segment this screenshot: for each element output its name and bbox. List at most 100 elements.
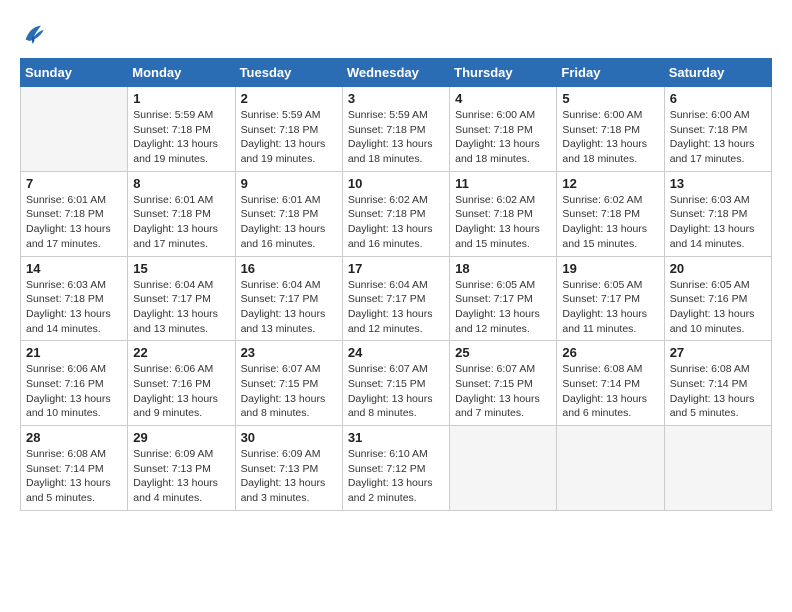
day-number: 7 <box>26 176 122 191</box>
day-number: 14 <box>26 261 122 276</box>
calendar-day-cell: 22 Sunrise: 6:06 AMSunset: 7:16 PMDayligh… <box>128 341 235 426</box>
day-number: 28 <box>26 430 122 445</box>
day-number: 8 <box>133 176 229 191</box>
day-number: 17 <box>348 261 444 276</box>
calendar-day-cell: 1Sunrise: 5:59 AMSunset: 7:18 PMDaylight… <box>128 87 235 172</box>
logo <box>20 20 52 48</box>
calendar-day-cell: 23 Sunrise: 6:07 AMSunset: 7:15 PMDayligh… <box>235 341 342 426</box>
day-number: 4 <box>455 91 551 106</box>
day-number: 10 <box>348 176 444 191</box>
calendar-day-cell <box>664 426 771 511</box>
day-number: 20 <box>670 261 766 276</box>
calendar-day-cell: 10 Sunrise: 6:02 AMSunset: 7:18 PMDayligh… <box>342 171 449 256</box>
calendar-day-cell: 8 Sunrise: 6:01 AMSunset: 7:18 PMDaylight… <box>128 171 235 256</box>
day-info: Sunrise: 6:00 AMSunset: 7:18 PMDaylight:… <box>455 108 551 167</box>
page-header <box>20 20 772 48</box>
day-info: Sunrise: 6:02 AMSunset: 7:18 PMDaylight:… <box>348 193 444 252</box>
calendar-day-cell: 2 Sunrise: 5:59 AMSunset: 7:18 PMDaylight… <box>235 87 342 172</box>
calendar-day-cell: 28 Sunrise: 6:08 AMSunset: 7:14 PMDayligh… <box>21 426 128 511</box>
calendar-day-cell: 18 Sunrise: 6:05 AMSunset: 7:17 PMDayligh… <box>450 256 557 341</box>
day-info: Sunrise: 6:10 AMSunset: 7:12 PMDaylight:… <box>348 447 444 506</box>
day-number: 9 <box>241 176 337 191</box>
day-number: 24 <box>348 345 444 360</box>
day-info: Sunrise: 6:07 AMSunset: 7:15 PMDaylight:… <box>348 362 444 421</box>
calendar-day-cell: 6Sunrise: 6:00 AMSunset: 7:18 PMDaylight… <box>664 87 771 172</box>
calendar-week-row: 28 Sunrise: 6:08 AMSunset: 7:14 PMDayligh… <box>21 426 772 511</box>
day-info: Sunrise: 6:04 AMSunset: 7:17 PMDaylight:… <box>133 278 229 337</box>
day-info: Sunrise: 6:01 AMSunset: 7:18 PMDaylight:… <box>26 193 122 252</box>
calendar-day-cell: 13 Sunrise: 6:03 AMSunset: 7:18 PMDayligh… <box>664 171 771 256</box>
day-info: Sunrise: 6:05 AMSunset: 7:17 PMDaylight:… <box>455 278 551 337</box>
day-info: Sunrise: 5:59 AMSunset: 7:18 PMDaylight:… <box>133 108 229 167</box>
day-info: Sunrise: 6:04 AMSunset: 7:17 PMDaylight:… <box>241 278 337 337</box>
day-info: Sunrise: 6:08 AMSunset: 7:14 PMDaylight:… <box>562 362 658 421</box>
day-number: 19 <box>562 261 658 276</box>
logo-bird-icon <box>20 20 48 48</box>
calendar-day-cell <box>557 426 664 511</box>
calendar-day-cell: 26 Sunrise: 6:08 AMSunset: 7:14 PMDayligh… <box>557 341 664 426</box>
day-number: 2 <box>241 91 337 106</box>
day-number: 15 <box>133 261 229 276</box>
weekday-header: Thursday <box>450 59 557 87</box>
day-info: Sunrise: 6:01 AMSunset: 7:18 PMDaylight:… <box>241 193 337 252</box>
weekday-header: Saturday <box>664 59 771 87</box>
day-info: Sunrise: 6:07 AMSunset: 7:15 PMDaylight:… <box>241 362 337 421</box>
calendar-day-cell <box>21 87 128 172</box>
weekday-header: Friday <box>557 59 664 87</box>
calendar-week-row: 14Sunrise: 6:03 AMSunset: 7:18 PMDayligh… <box>21 256 772 341</box>
day-number: 25 <box>455 345 551 360</box>
day-info: Sunrise: 6:08 AMSunset: 7:14 PMDaylight:… <box>670 362 766 421</box>
weekday-header: Sunday <box>21 59 128 87</box>
calendar-day-cell: 9 Sunrise: 6:01 AMSunset: 7:18 PMDaylight… <box>235 171 342 256</box>
weekday-header: Tuesday <box>235 59 342 87</box>
calendar-day-cell: 27Sunrise: 6:08 AMSunset: 7:14 PMDayligh… <box>664 341 771 426</box>
day-number: 5 <box>562 91 658 106</box>
calendar-table: SundayMondayTuesdayWednesdayThursdayFrid… <box>20 58 772 511</box>
day-number: 3 <box>348 91 444 106</box>
calendar-day-cell: 31 Sunrise: 6:10 AMSunset: 7:12 PMDayligh… <box>342 426 449 511</box>
calendar-day-cell: 3 Sunrise: 5:59 AMSunset: 7:18 PMDaylight… <box>342 87 449 172</box>
day-number: 29 <box>133 430 229 445</box>
calendar-day-cell: 19 Sunrise: 6:05 AMSunset: 7:17 PMDayligh… <box>557 256 664 341</box>
day-info: Sunrise: 6:02 AMSunset: 7:18 PMDaylight:… <box>562 193 658 252</box>
day-info: Sunrise: 6:07 AMSunset: 7:15 PMDaylight:… <box>455 362 551 421</box>
day-info: Sunrise: 6:08 AMSunset: 7:14 PMDaylight:… <box>26 447 122 506</box>
day-number: 22 <box>133 345 229 360</box>
calendar-day-cell: 7 Sunrise: 6:01 AMSunset: 7:18 PMDaylight… <box>21 171 128 256</box>
calendar-day-cell: 11Sunrise: 6:02 AMSunset: 7:18 PMDayligh… <box>450 171 557 256</box>
calendar-day-cell <box>450 426 557 511</box>
day-info: Sunrise: 6:06 AMSunset: 7:16 PMDaylight:… <box>26 362 122 421</box>
day-info: Sunrise: 6:03 AMSunset: 7:18 PMDaylight:… <box>670 193 766 252</box>
day-number: 30 <box>241 430 337 445</box>
day-number: 12 <box>562 176 658 191</box>
day-info: Sunrise: 6:04 AMSunset: 7:17 PMDaylight:… <box>348 278 444 337</box>
day-info: Sunrise: 6:05 AMSunset: 7:16 PMDaylight:… <box>670 278 766 337</box>
calendar-day-cell: 17 Sunrise: 6:04 AMSunset: 7:17 PMDayligh… <box>342 256 449 341</box>
calendar-day-cell: 5Sunrise: 6:00 AMSunset: 7:18 PMDaylight… <box>557 87 664 172</box>
day-number: 18 <box>455 261 551 276</box>
day-number: 26 <box>562 345 658 360</box>
day-number: 21 <box>26 345 122 360</box>
calendar-day-cell: 25 Sunrise: 6:07 AMSunset: 7:15 PMDayligh… <box>450 341 557 426</box>
day-info: Sunrise: 6:00 AMSunset: 7:18 PMDaylight:… <box>670 108 766 167</box>
calendar-day-cell: 20 Sunrise: 6:05 AMSunset: 7:16 PMDayligh… <box>664 256 771 341</box>
day-info: Sunrise: 6:06 AMSunset: 7:16 PMDaylight:… <box>133 362 229 421</box>
day-number: 11 <box>455 176 551 191</box>
day-info: Sunrise: 6:05 AMSunset: 7:17 PMDaylight:… <box>562 278 658 337</box>
calendar-day-cell: 15 Sunrise: 6:04 AMSunset: 7:17 PMDayligh… <box>128 256 235 341</box>
day-info: Sunrise: 6:09 AMSunset: 7:13 PMDaylight:… <box>241 447 337 506</box>
calendar-day-cell: 24 Sunrise: 6:07 AMSunset: 7:15 PMDayligh… <box>342 341 449 426</box>
calendar-day-cell: 12 Sunrise: 6:02 AMSunset: 7:18 PMDayligh… <box>557 171 664 256</box>
day-number: 23 <box>241 345 337 360</box>
day-info: Sunrise: 6:09 AMSunset: 7:13 PMDaylight:… <box>133 447 229 506</box>
calendar-day-cell: 14Sunrise: 6:03 AMSunset: 7:18 PMDayligh… <box>21 256 128 341</box>
day-info: Sunrise: 6:01 AMSunset: 7:18 PMDaylight:… <box>133 193 229 252</box>
calendar-week-row: 21 Sunrise: 6:06 AMSunset: 7:16 PMDayligh… <box>21 341 772 426</box>
calendar-week-row: 1Sunrise: 5:59 AMSunset: 7:18 PMDaylight… <box>21 87 772 172</box>
day-number: 13 <box>670 176 766 191</box>
day-info: Sunrise: 5:59 AMSunset: 7:18 PMDaylight:… <box>348 108 444 167</box>
calendar-week-row: 7 Sunrise: 6:01 AMSunset: 7:18 PMDaylight… <box>21 171 772 256</box>
day-number: 31 <box>348 430 444 445</box>
calendar-day-cell: 30 Sunrise: 6:09 AMSunset: 7:13 PMDayligh… <box>235 426 342 511</box>
day-info: Sunrise: 5:59 AMSunset: 7:18 PMDaylight:… <box>241 108 337 167</box>
